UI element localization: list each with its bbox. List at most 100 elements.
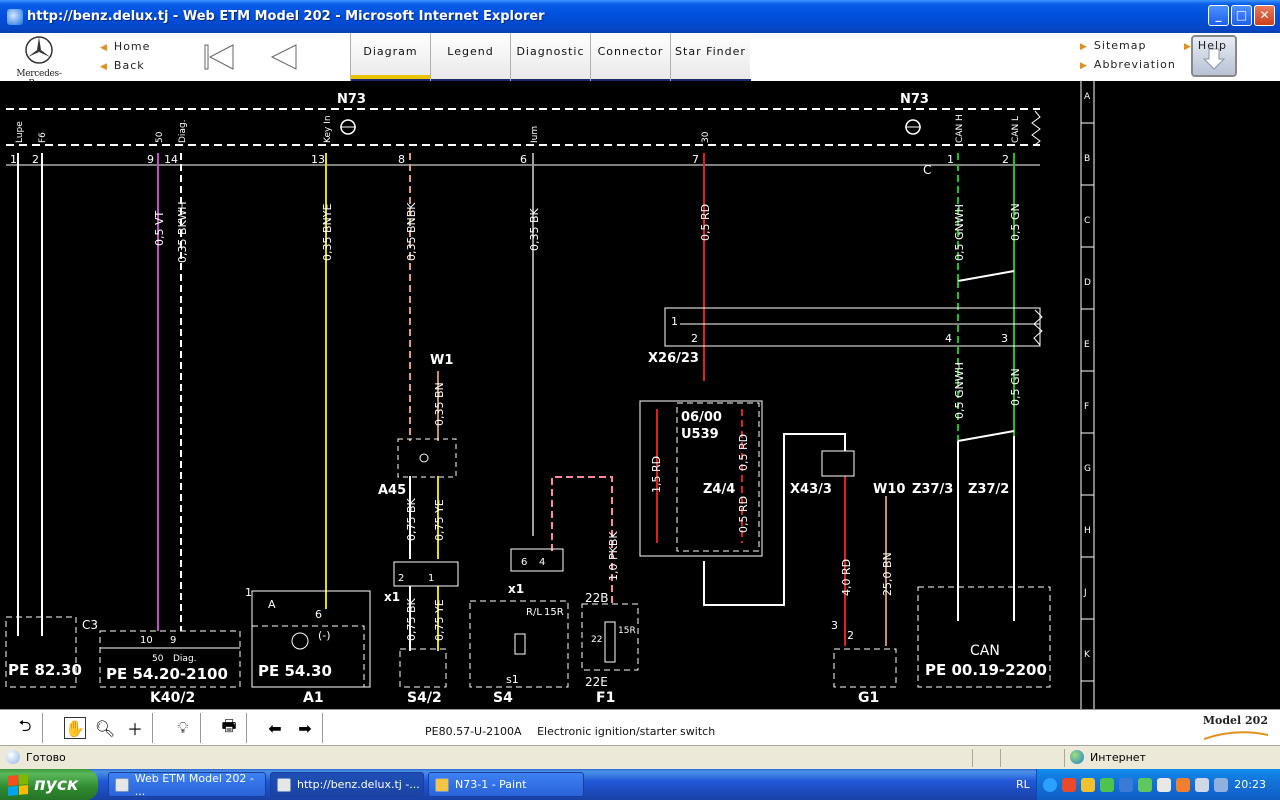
- wiring-diagram[interactable]: A B C D E F G H J K N73 N73 Lupe F6 50 Diag. Key …: [0, 81, 1280, 709]
- home-link[interactable]: ◀ Home: [100, 40, 150, 53]
- document-title: Electronic ignition/starter switch: [537, 725, 716, 738]
- tray-app-icon[interactable]: [1176, 777, 1190, 792]
- sitemap-link[interactable]: ▶ Sitemap: [1080, 39, 1146, 52]
- return-icon[interactable]: ⮌: [14, 716, 36, 739]
- clock[interactable]: 20:23: [1234, 778, 1266, 791]
- ie-window-icon: [277, 777, 291, 792]
- printer-icon[interactable]: 🖶: [218, 716, 240, 739]
- a1-pin: 1: [245, 586, 252, 599]
- pin-name: F6: [38, 132, 48, 143]
- back-link[interactable]: ◀ Back: [100, 59, 145, 72]
- help-link[interactable]: ▶ Help: [1184, 39, 1227, 52]
- pin-number: 1: [10, 153, 17, 166]
- tab-diagnostic[interactable]: Diagnostic: [510, 33, 591, 81]
- tray-app-icon[interactable]: [1195, 777, 1209, 792]
- row-label: B: [1084, 154, 1090, 164]
- tray-volume-icon[interactable]: [1214, 777, 1228, 792]
- lightbulb-icon[interactable]: 💡︎: [172, 717, 194, 739]
- tab-legend[interactable]: Legend: [430, 33, 511, 81]
- arrow-right-icon: ▶: [1080, 61, 1088, 71]
- ie-window-icon: [115, 777, 129, 792]
- toolbar-group-arrows: ⬅ ➡: [258, 713, 323, 743]
- row-label: G: [1084, 464, 1091, 474]
- window-title: http://benz.delux.tj - Web ETM Model 202…: [27, 9, 545, 24]
- wire-label: 0,5 GN: [1009, 203, 1022, 241]
- tray-app-icon[interactable]: [1100, 777, 1114, 792]
- x1b-pin: 4: [539, 557, 545, 568]
- k40-pin: 9: [170, 635, 176, 646]
- g1-label: G1: [858, 690, 879, 706]
- previous-page-icon[interactable]: [268, 43, 300, 71]
- z37-3-label: Z37/3: [912, 482, 953, 497]
- a1-pin: 6: [315, 608, 322, 621]
- ref-pe-54-20: PE 54.20-2100: [106, 665, 228, 683]
- u539-label-a: 06/00: [681, 410, 722, 425]
- pin-name: CAN L: [1011, 116, 1021, 143]
- x1-label-b: x1: [508, 582, 524, 596]
- status-divider: [1000, 749, 1001, 767]
- windows-flag-icon: [8, 773, 28, 796]
- wire-label: 4,0 RD: [840, 559, 853, 596]
- ref-pe-82-30: PE 82.30: [8, 661, 82, 679]
- toolbar-group-return: ⮌: [8, 713, 43, 743]
- wire-label: 25,0 BN: [881, 552, 894, 596]
- x1a-pin: 2: [398, 573, 404, 584]
- tray-app-icon[interactable]: [1138, 777, 1152, 792]
- mercedes-logo[interactable]: Mercedes-Benz: [8, 35, 70, 89]
- pin-name: Diag.: [178, 119, 188, 143]
- taskbar-item-etm[interactable]: Web ETM Model 202 - ...: [108, 772, 266, 798]
- pin-name: Ium: [530, 126, 540, 143]
- row-label: C: [1084, 216, 1090, 226]
- tab-star-finder[interactable]: Star Finder: [670, 33, 751, 81]
- mercedes-star-icon: [25, 36, 53, 64]
- sitemap-label: Sitemap: [1093, 39, 1147, 52]
- toolbar-group-print: 🖶: [212, 713, 247, 743]
- arrow-left-icon[interactable]: ⬅: [264, 717, 286, 739]
- row-label: J: [1083, 588, 1087, 598]
- status-zone: Интернет: [1070, 750, 1146, 764]
- hand-icon[interactable]: ✋: [64, 717, 86, 739]
- a45-label: A45: [378, 483, 406, 498]
- document-info: PE80.57-U-2100A Electronic ignition/star…: [425, 725, 727, 738]
- x43-3-label: X43/3: [790, 482, 832, 497]
- maximize-button[interactable]: □: [1231, 5, 1252, 26]
- tray-app-icon[interactable]: [1119, 777, 1133, 792]
- x1a-pin: 1: [428, 573, 434, 584]
- crosshair-icon[interactable]: ＋: [124, 717, 146, 739]
- pin-number: 2: [1002, 153, 1009, 166]
- wire-label: 0,5 VT: [153, 210, 166, 246]
- status-text: Готово: [26, 750, 66, 764]
- k40-pin: 10: [140, 635, 153, 646]
- n73-left-label: N73: [337, 92, 366, 107]
- ie-icon: [7, 8, 23, 25]
- taskbar-item-paint[interactable]: N73-1 - Paint: [428, 772, 584, 797]
- s4-pin: s1: [506, 673, 519, 686]
- first-page-icon[interactable]: [203, 43, 235, 71]
- pin-number: 8: [398, 153, 405, 166]
- close-button[interactable]: ✕: [1254, 5, 1275, 26]
- arrow-left-icon: ◀: [100, 43, 108, 53]
- taskbar-item-benz[interactable]: http://benz.delux.tj -...: [270, 772, 424, 797]
- tray-app-icon[interactable]: [1062, 777, 1076, 792]
- start-label: пуск: [34, 774, 79, 795]
- tray-arrow-icon[interactable]: [1043, 777, 1057, 792]
- arrow-right-icon[interactable]: ➡: [294, 717, 316, 739]
- x1-label-a: x1: [384, 590, 400, 604]
- tab-connector[interactable]: Connector: [590, 33, 671, 81]
- tab-diagram[interactable]: Diagram: [350, 33, 431, 81]
- document-code: PE80.57-U-2100A: [425, 725, 522, 738]
- diagram-canvas: A B C D E F G H J K N73 N73 Lupe F6 50 Diag. Key …: [5, 81, 1095, 709]
- wire-label: 0,75 BK: [405, 597, 418, 641]
- x43-3-connector: [821, 450, 855, 477]
- start-button[interactable]: пуск: [0, 769, 98, 800]
- language-indicator[interactable]: RL: [1016, 778, 1030, 791]
- zoom-icon[interactable]: 🔍︎: [94, 717, 116, 739]
- status-bar: Готово Интернет: [0, 745, 1280, 769]
- tray-app-icon[interactable]: [1081, 777, 1095, 792]
- abbreviation-link[interactable]: ▶ Abbreviation: [1080, 58, 1176, 71]
- tray-app-icon[interactable]: [1157, 777, 1171, 792]
- minimize-button[interactable]: _: [1208, 5, 1229, 26]
- z4-4-label: Z4/4: [703, 482, 735, 497]
- abbreviation-label: Abbreviation: [1093, 58, 1176, 71]
- pin-name: Lupe: [15, 121, 25, 143]
